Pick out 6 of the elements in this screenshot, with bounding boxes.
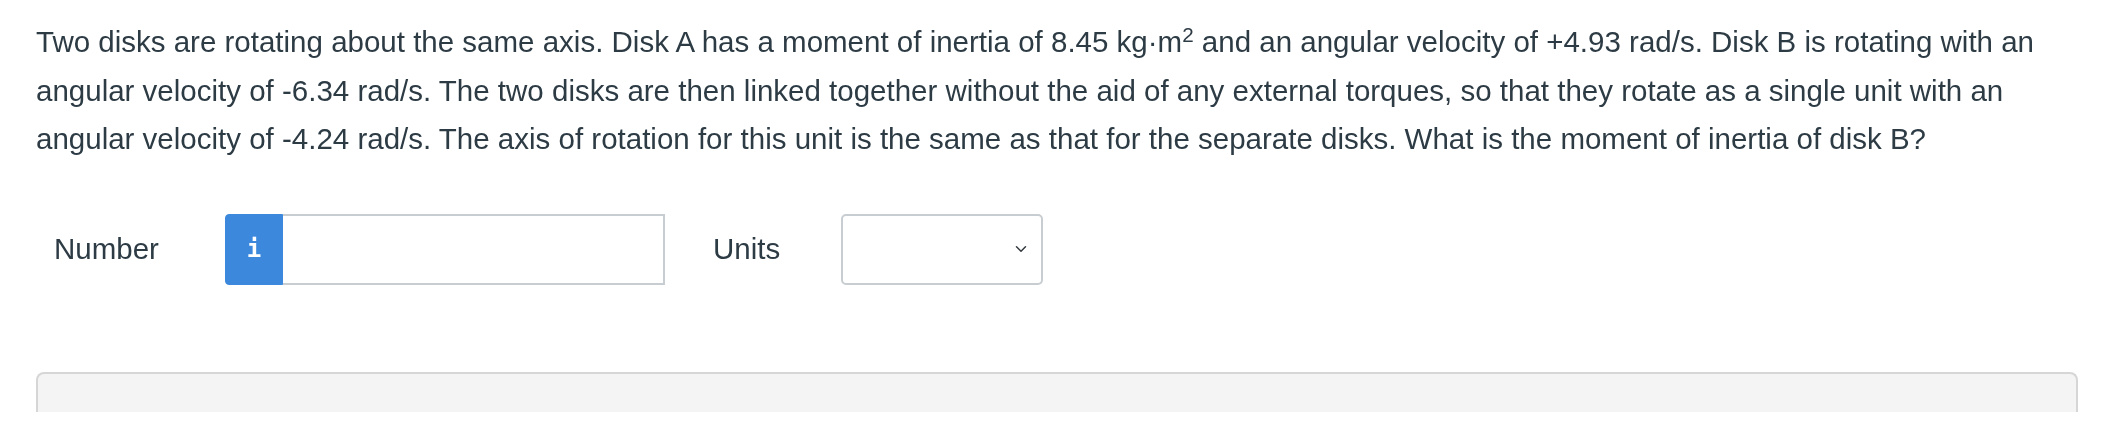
info-button[interactable]: i — [225, 213, 283, 285]
units-label: Units — [713, 230, 782, 267]
units-dropdown[interactable] — [841, 213, 1043, 285]
number-label: Number — [54, 230, 160, 267]
number-input-field[interactable] — [283, 213, 665, 285]
question-text: Two disks are rotating about the same axis. Disk A has a moment of inertia of 8.45 kg·m$^{2}$ and an angular velocity of +4.93 rad/s. Disk B is rotating with an angular velocity of -6.34 rad/s. The two disks are then linked together without the aid of any external torques, so that they rotate as a single unit with an angular velocity of -4.24 rad/s. The axis of rotation for this unit is the same as that for the separate disks. What is the moment of inertia of disk B? — [36, 21, 2035, 157]
